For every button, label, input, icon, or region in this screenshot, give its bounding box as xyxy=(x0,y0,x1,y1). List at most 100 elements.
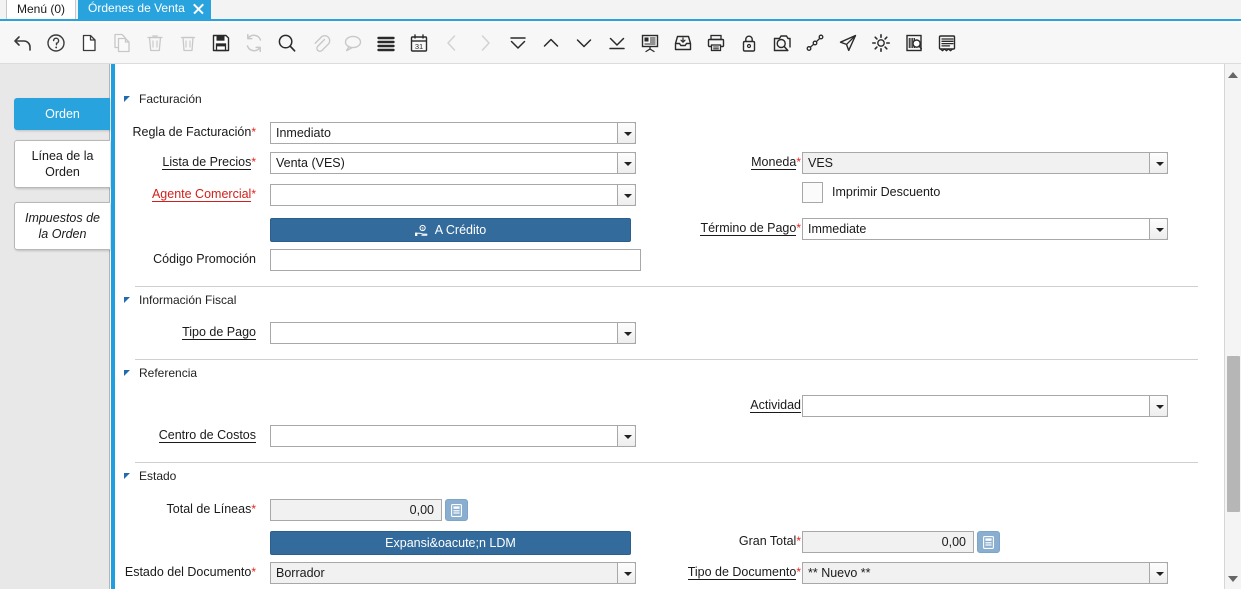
chevron-down-icon[interactable] xyxy=(617,152,636,174)
send-icon[interactable] xyxy=(831,26,864,60)
field-centro-de-costos[interactable] xyxy=(270,425,636,447)
label-regla-de-facturacion: Regla de Facturación* xyxy=(132,125,257,139)
label-total-de-lineas: Total de Líneas* xyxy=(166,502,256,516)
calculator-icon xyxy=(451,503,462,517)
field-moneda[interactable]: VES xyxy=(802,152,1168,174)
field-tipo-de-documento[interactable]: ** Nuevo ** xyxy=(802,562,1168,584)
help-icon[interactable] xyxy=(39,26,72,60)
tab-ordenes-de-venta[interactable]: Órdenes de Venta xyxy=(78,0,211,19)
label-tipo-de-pago: Tipo de Pago xyxy=(182,325,256,340)
field-termino-de-pago[interactable]: Immediate xyxy=(802,218,1168,240)
field-moneda-value: VES xyxy=(808,156,834,170)
field-estado-del-documento-value: Borrador xyxy=(276,566,325,580)
scrollbar-thumb[interactable] xyxy=(1227,356,1240,512)
find-icon[interactable] xyxy=(270,26,303,60)
grid-toggle-icon[interactable] xyxy=(369,26,402,60)
previous-record-icon[interactable] xyxy=(435,26,468,60)
sidebar-item-linea-de-la-orden[interactable]: Línea de la Orden xyxy=(14,140,110,188)
svg-text:$: $ xyxy=(421,226,423,230)
new-record-icon[interactable] xyxy=(72,26,105,60)
delete-record-icon[interactable] xyxy=(138,26,171,60)
svg-text:31: 31 xyxy=(414,42,422,51)
field-actividad[interactable] xyxy=(802,395,1168,417)
section-title-estado: Estado xyxy=(139,469,177,483)
section-collapse-informacion-fiscal-icon[interactable] xyxy=(124,297,130,303)
section-separator xyxy=(135,359,1198,360)
attachment-icon[interactable] xyxy=(303,26,336,60)
a-credito-button[interactable]: $ A Crédito xyxy=(270,218,631,242)
document-view-icon[interactable] xyxy=(930,26,963,60)
field-regla-de-facturacion-value: Inmediato xyxy=(276,126,331,140)
record-tab-rail: Orden Línea de la Orden Impuestos de la … xyxy=(0,64,110,589)
sidebar-item-orden[interactable]: Orden xyxy=(14,98,110,130)
field-tipo-de-documento-value: ** Nuevo ** xyxy=(808,566,871,580)
section-title-informacion-fiscal: Información Fiscal xyxy=(139,293,237,307)
field-regla-de-facturacion[interactable]: Inmediato xyxy=(270,122,636,144)
up-record-icon[interactable] xyxy=(534,26,567,60)
chevron-down-icon[interactable] xyxy=(1149,152,1168,174)
field-lista-de-precios[interactable]: Venta (VES) xyxy=(270,152,636,174)
chat-icon[interactable] xyxy=(336,26,369,60)
field-agente-comercial[interactable] xyxy=(270,184,636,206)
vertical-scrollbar[interactable] xyxy=(1224,64,1241,589)
hand-coin-icon: $ xyxy=(414,224,430,237)
chevron-down-icon[interactable] xyxy=(1149,218,1168,240)
required-marker: * xyxy=(796,534,801,548)
calculator-button-total-de-lineas[interactable] xyxy=(445,499,468,521)
label-estado-del-documento: Estado del Documento* xyxy=(124,565,256,579)
tab-ordenes-de-venta-label: Órdenes de Venta xyxy=(88,1,185,15)
close-icon[interactable] xyxy=(192,2,205,15)
scroll-up-arrow-icon[interactable] xyxy=(1225,66,1241,83)
required-marker: * xyxy=(796,155,801,169)
section-collapse-estado-icon[interactable] xyxy=(124,473,130,479)
audit-icon[interactable] xyxy=(897,26,930,60)
a-credito-button-label: A Crédito xyxy=(434,223,487,237)
field-tipo-de-pago[interactable] xyxy=(270,322,636,344)
chevron-down-icon[interactable] xyxy=(1149,562,1168,584)
calendar-icon[interactable]: 31 xyxy=(402,26,435,60)
sidebar-item-impuestos-de-la-orden[interactable]: Impuestos de la Orden xyxy=(14,202,110,250)
chevron-down-icon[interactable] xyxy=(617,425,636,447)
settings-icon[interactable] xyxy=(864,26,897,60)
archive-icon[interactable] xyxy=(666,26,699,60)
field-gran-total[interactable]: 0,00 xyxy=(802,531,974,553)
main-toolbar: 31 xyxy=(0,23,1241,64)
undo-icon[interactable] xyxy=(6,26,39,60)
copy-record-icon[interactable] xyxy=(105,26,138,60)
label-lista-de-precios: Lista de Precios* xyxy=(162,155,256,170)
field-termino-de-pago-value: Immediate xyxy=(808,222,867,236)
report-icon[interactable] xyxy=(633,26,666,60)
print-icon[interactable] xyxy=(699,26,732,60)
chevron-down-icon[interactable] xyxy=(617,322,636,344)
last-record-icon[interactable] xyxy=(600,26,633,60)
field-total-de-lineas-value: 0,00 xyxy=(409,503,434,517)
sidebar-item-orden-label: Orden xyxy=(45,107,80,121)
label-gran-total: Gran Total* xyxy=(738,534,801,548)
zoom-across-icon[interactable] xyxy=(765,26,798,60)
chevron-down-icon[interactable] xyxy=(617,122,636,144)
lock-icon[interactable] xyxy=(732,26,765,60)
chevron-down-icon[interactable] xyxy=(617,562,636,584)
scroll-down-arrow-icon[interactable] xyxy=(1225,570,1241,587)
field-total-de-lineas[interactable]: 0,00 xyxy=(270,499,442,521)
down-record-icon[interactable] xyxy=(567,26,600,60)
chevron-down-icon[interactable] xyxy=(617,184,636,206)
field-codigo-promocion[interactable] xyxy=(270,249,641,271)
tab-menu[interactable]: Menú (0) xyxy=(6,0,77,19)
application-window: Menú (0) Órdenes de Venta 31 Orden Línea… xyxy=(0,0,1241,589)
calculator-button-gran-total[interactable] xyxy=(977,531,1000,553)
delete-selection-icon[interactable] xyxy=(171,26,204,60)
workflow-icon[interactable] xyxy=(798,26,831,60)
section-collapse-facturacion-icon[interactable] xyxy=(124,96,130,102)
checkbox-imprimir-descuento[interactable] xyxy=(802,182,823,203)
refresh-icon[interactable] xyxy=(237,26,270,60)
section-collapse-referencia-icon[interactable] xyxy=(124,370,130,376)
field-estado-del-documento[interactable]: Borrador xyxy=(270,562,636,584)
next-record-icon[interactable] xyxy=(468,26,501,60)
chevron-down-icon[interactable] xyxy=(1149,395,1168,417)
sidebar-item-impuestos-de-la-orden-label: Impuestos de la Orden xyxy=(24,211,101,241)
expansion-ldm-button[interactable]: Expansi&oacute;n LDM xyxy=(270,531,631,555)
sidebar-item-linea-de-la-orden-label: Línea de la Orden xyxy=(31,149,94,179)
first-record-icon[interactable] xyxy=(501,26,534,60)
save-icon[interactable] xyxy=(204,26,237,60)
